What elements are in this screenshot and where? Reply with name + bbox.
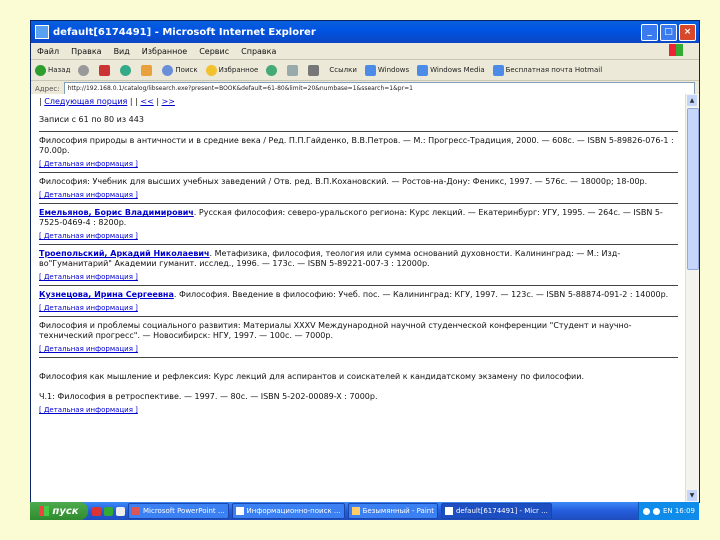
- scroll-up-icon[interactable]: ▲: [687, 95, 697, 106]
- ie-icon: [444, 507, 453, 515]
- prev-page-link[interactable]: <<: [140, 97, 153, 106]
- quicklaunch-icon[interactable]: [116, 506, 125, 516]
- record-text: Философия как мышление и рефлексия: Курс…: [39, 372, 584, 401]
- home-button[interactable]: [141, 64, 154, 76]
- home-icon: [141, 64, 153, 76]
- stop-icon: [99, 64, 111, 76]
- link-icon: [492, 64, 504, 76]
- next-page-link[interactable]: >>: [162, 97, 175, 106]
- record-text: Философия: Учебник для высших учебных за…: [39, 177, 648, 186]
- list-item: Философия и проблемы социального развити…: [39, 316, 678, 357]
- paint-icon: [351, 507, 360, 515]
- menu-favorites[interactable]: Избранное: [142, 47, 187, 56]
- refresh-icon: [120, 64, 132, 76]
- favorites-button[interactable]: Избранное: [205, 64, 258, 76]
- maximize-button[interactable]: □: [660, 23, 677, 41]
- browser-window: default[6174491] - Microsoft Internet Ex…: [30, 20, 700, 503]
- address-label: Адрес:: [35, 84, 60, 93]
- back-button[interactable]: Назад: [35, 64, 70, 76]
- window-title: default[6174491] - Microsoft Internet Ex…: [53, 26, 316, 38]
- record-text: Философия и проблемы социального развити…: [39, 321, 632, 340]
- list-item: Философия природы в античности и в средн…: [39, 131, 678, 172]
- link-icon: [417, 64, 429, 76]
- print-icon: [308, 64, 320, 76]
- scroll-down-icon[interactable]: ▼: [687, 490, 697, 501]
- start-button[interactable]: пуск: [30, 502, 88, 520]
- link-windows[interactable]: Windows: [364, 64, 409, 76]
- forward-button[interactable]: [78, 64, 91, 76]
- windows-logo-icon: [669, 44, 683, 56]
- mail-button[interactable]: [287, 64, 300, 76]
- page-content: | Следующая порция | | << | >> Записи с …: [31, 94, 686, 502]
- pagination-nav: | Следующая порция | | << | >>: [39, 97, 175, 106]
- menu-edit[interactable]: Правка: [71, 47, 101, 56]
- quicklaunch-icon[interactable]: [92, 506, 101, 516]
- details-link[interactable]: [ Детальная информация ]: [39, 345, 138, 353]
- list-item: Емельянов, Борис Владимирович. Русская ф…: [39, 203, 678, 244]
- menu-view[interactable]: Вид: [114, 47, 130, 56]
- details-link[interactable]: [ Детальная информация ]: [39, 406, 138, 414]
- record-text: Философия природы в античности и в средн…: [39, 136, 674, 155]
- list-item: Философия: Учебник для высших учебных за…: [39, 172, 678, 203]
- ie-icon: [235, 507, 244, 515]
- task-powerpoint[interactable]: Microsoft PowerPoint ...: [128, 503, 229, 519]
- author-link[interactable]: Кузнецова, Ирина Сергеевна: [39, 290, 174, 299]
- link-hotmail[interactable]: Бесплатная почта Hotmail: [492, 64, 602, 76]
- record-text: . Философия. Введение в философию: Учеб.…: [173, 290, 669, 299]
- details-link[interactable]: [ Детальная информация ]: [39, 232, 138, 240]
- next-portion-link[interactable]: Следующая порция: [44, 97, 127, 106]
- search-button[interactable]: Поиск: [162, 64, 198, 76]
- details-link[interactable]: [ Детальная информация ]: [39, 273, 138, 281]
- vertical-scrollbar[interactable]: ▲ ▼: [685, 94, 699, 502]
- quicklaunch-icon[interactable]: [104, 506, 113, 516]
- task-ie-active[interactable]: default[6174491] - Micr ...: [440, 503, 552, 519]
- list-item: Философия как мышление и рефлексия: Курс…: [39, 357, 678, 428]
- author-link[interactable]: Емельянов, Борис Владимирович: [39, 208, 194, 217]
- menu-bar: Файл Правка Вид Избранное Сервис Справка: [31, 43, 699, 60]
- star-icon: [205, 64, 217, 76]
- refresh-button[interactable]: [120, 64, 133, 76]
- toolbar: Назад Поиск Избранное Ссылки Windows Win…: [31, 60, 699, 81]
- back-arrow-icon: [35, 64, 46, 76]
- links-label: Ссылки: [329, 66, 357, 74]
- menu-tools[interactable]: Сервис: [199, 47, 229, 56]
- stop-button[interactable]: [99, 64, 112, 76]
- record-count: Записи с 61 по 80 из 443: [39, 115, 144, 124]
- media-icon: [266, 64, 278, 76]
- link-windows-media[interactable]: Windows Media: [417, 64, 485, 76]
- details-link[interactable]: [ Детальная информация ]: [39, 191, 138, 199]
- menu-help[interactable]: Справка: [241, 47, 276, 56]
- print-button[interactable]: [308, 64, 321, 76]
- media-button[interactable]: [266, 64, 279, 76]
- forward-arrow-icon: [78, 64, 90, 76]
- scroll-thumb[interactable]: [687, 108, 699, 270]
- taskbar: пуск Microsoft PowerPoint ... Информацио…: [30, 502, 699, 520]
- list-item: Кузнецова, Ирина Сергеевна. Философия. В…: [39, 285, 678, 316]
- windows-flag-icon: [39, 506, 50, 516]
- details-link[interactable]: [ Детальная информация ]: [39, 304, 138, 312]
- tray-icon[interactable]: [642, 507, 650, 515]
- author-link[interactable]: Троепольский, Аркадий Николаевич: [39, 249, 210, 258]
- list-item: Троепольский, Аркадий Николаевич. Метафи…: [39, 244, 678, 285]
- search-icon: [162, 64, 174, 76]
- clock: EN 16:09: [662, 507, 695, 515]
- ie-icon: [35, 25, 49, 39]
- title-bar: default[6174491] - Microsoft Internet Ex…: [31, 21, 699, 43]
- task-paint[interactable]: Безымянный - Paint: [347, 503, 438, 519]
- minimize-button[interactable]: _: [641, 23, 658, 41]
- tray-icon[interactable]: [652, 507, 660, 515]
- powerpoint-icon: [132, 507, 140, 515]
- close-button[interactable]: ×: [679, 23, 696, 41]
- menu-file[interactable]: Файл: [37, 47, 59, 56]
- details-link[interactable]: [ Детальная информация ]: [39, 160, 138, 168]
- mail-icon: [287, 64, 299, 76]
- task-search[interactable]: Информационно-поиск ...: [231, 503, 345, 519]
- system-tray: EN 16:09: [637, 502, 699, 520]
- link-icon: [364, 64, 376, 76]
